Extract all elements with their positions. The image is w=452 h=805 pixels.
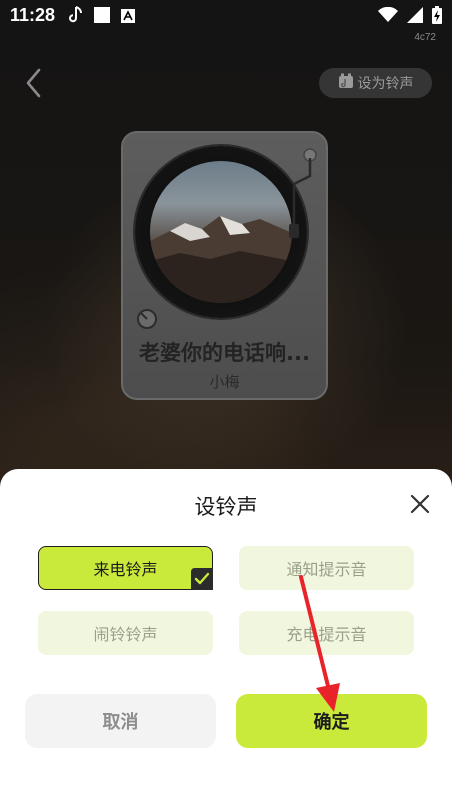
option-label: 闹铃铃声: [93, 625, 158, 644]
option-label: 来电铃声: [93, 560, 158, 579]
tonearm: [282, 146, 322, 246]
status-left-icons: [67, 6, 135, 28]
close-button[interactable]: [404, 488, 436, 520]
option-incoming-call-ringtone[interactable]: 来电铃声: [38, 546, 213, 590]
back-button[interactable]: [22, 66, 46, 100]
option-label: 充电提示音: [286, 625, 367, 644]
set-ringtone-label: 设为铃声: [357, 76, 414, 92]
battery-charging-icon: [432, 6, 442, 28]
status-right-icons: [378, 6, 442, 28]
ringtone-icon: [338, 73, 354, 93]
build-tag: 4c72: [414, 32, 436, 43]
status-bar: 11:28 4c72: [0, 0, 452, 43]
music-app-icon: [67, 6, 83, 28]
volume-knob: [135, 307, 159, 331]
status-time: 11:28: [10, 5, 56, 25]
close-icon: [410, 494, 430, 514]
option-label: 通知提示音: [286, 560, 367, 579]
cancel-button[interactable]: 取消: [25, 694, 216, 748]
chevron-left-icon: [26, 68, 41, 98]
wifi-icon: [378, 6, 398, 27]
set-ringtone-chip[interactable]: 设为铃声: [319, 68, 432, 98]
confirm-button[interactable]: 确定: [236, 694, 427, 748]
sheet-title: 设铃声: [194, 495, 258, 519]
option-alarm-ringtone[interactable]: 闹铃铃声: [38, 611, 213, 655]
song-title: 老婆你的电话响...: [139, 341, 310, 365]
notification-square-icon: [93, 6, 111, 28]
font-app-icon: [121, 8, 135, 27]
option-charging-sound[interactable]: 充电提示音: [239, 611, 414, 655]
option-notification-sound[interactable]: 通知提示音: [239, 546, 414, 590]
cell-signal-icon: [407, 7, 423, 27]
album-cover: [150, 161, 292, 303]
checkmark-icon: [191, 568, 213, 590]
song-artist: 小梅: [209, 373, 240, 391]
